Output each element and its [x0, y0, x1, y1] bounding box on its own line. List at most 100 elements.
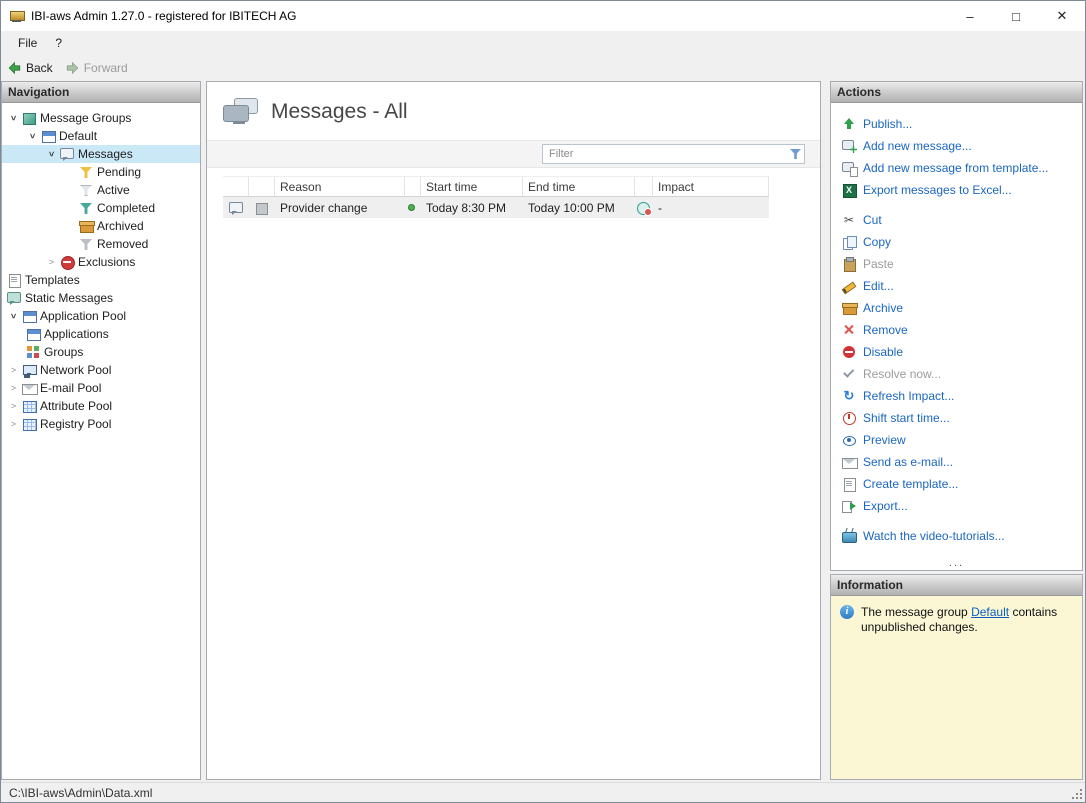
chevron-expanded-icon[interactable]: > — [9, 309, 19, 324]
filter-input[interactable] — [543, 148, 788, 160]
close-button[interactable]: ✕ — [1039, 1, 1085, 31]
table-row[interactable]: Provider change Today 8:30 PM Today 10:0… — [223, 197, 769, 218]
chevron-collapsed-icon[interactable]: > — [6, 401, 21, 411]
table-header-row: Reason Start time End time Impact — [223, 176, 769, 197]
tree-item-static-messages[interactable]: Static Messages — [2, 289, 200, 307]
status-dot-icon — [408, 204, 415, 211]
action-shift-start-time[interactable]: Shift start time... — [841, 407, 1078, 429]
action-send-as-e-mail[interactable]: Send as e-mail... — [841, 451, 1078, 473]
action-paste[interactable]: Paste — [841, 253, 1078, 275]
information-message: The message group Default contains unpub… — [861, 605, 1074, 635]
action-copy[interactable]: Copy — [841, 231, 1078, 253]
maximize-button[interactable]: □ — [993, 1, 1039, 31]
action-archive[interactable]: Archive — [841, 297, 1078, 319]
action-label: Publish... — [863, 117, 912, 131]
resize-grip-icon[interactable] — [1070, 787, 1084, 801]
column-header-impact-icon[interactable] — [635, 177, 653, 196]
chevron-expanded-icon[interactable]: > — [47, 147, 57, 162]
action-label: Watch the video-tutorials... — [863, 529, 1005, 543]
menu-file[interactable]: File — [9, 33, 46, 53]
tree-item-pending[interactable]: Pending — [2, 163, 200, 181]
menu-help[interactable]: ? — [46, 33, 71, 53]
message-groups-icon — [21, 110, 37, 126]
column-header-end-time[interactable]: End time — [523, 177, 635, 196]
column-header-start-time[interactable]: Start time — [421, 177, 523, 196]
right-column: Actions Publish...Add new message...Add … — [830, 81, 1083, 780]
action-cut[interactable]: Cut — [841, 209, 1078, 231]
action-refresh-impact[interactable]: Refresh Impact... — [841, 385, 1078, 407]
tree-item-label: Static Messages — [22, 291, 116, 305]
forward-button[interactable]: Forward — [65, 61, 128, 75]
tree-item-completed[interactable]: Completed — [2, 199, 200, 217]
tree-item-default[interactable]: >Default — [2, 127, 200, 145]
tree-item-active[interactable]: Active — [2, 181, 200, 199]
tree-item-templates[interactable]: Templates — [2, 271, 200, 289]
minimize-button[interactable]: – — [947, 1, 993, 31]
tree-item-label: Registry Pool — [37, 417, 114, 431]
action-label: Shift start time... — [863, 411, 950, 425]
tree-item-label: Templates — [22, 273, 83, 287]
completed-icon — [78, 200, 94, 216]
action-edit[interactable]: Edit... — [841, 275, 1078, 297]
action-export[interactable]: Export... — [841, 495, 1078, 517]
tree-item-application-pool[interactable]: >Application Pool — [2, 307, 200, 325]
action-watch-the-video-tutorials[interactable]: Watch the video-tutorials... — [841, 525, 1078, 547]
tree-item-groups[interactable]: Groups — [2, 343, 200, 361]
column-header-message-icon[interactable] — [223, 177, 249, 196]
tree-item-exclusions[interactable]: >Exclusions — [2, 253, 200, 271]
pending-icon — [78, 164, 94, 180]
cut-icon — [841, 212, 857, 228]
chevron-collapsed-icon[interactable]: > — [6, 383, 21, 393]
chevron-collapsed-icon[interactable]: > — [6, 365, 21, 375]
status-bar: C:\IBI-aws\Admin\Data.xml — [1, 782, 1085, 802]
message-type-icon — [254, 200, 270, 216]
action-export-messages-to-excel[interactable]: Export messages to Excel... — [841, 179, 1078, 201]
tree-item-label: Active — [94, 183, 133, 197]
filter-strip — [207, 140, 820, 168]
tree-item-removed[interactable]: Removed — [2, 235, 200, 253]
default-group-icon — [40, 128, 56, 144]
tree-item-attribute-pool[interactable]: >Attribute Pool — [2, 397, 200, 415]
tree-item-archived[interactable]: Archived — [2, 217, 200, 235]
action-label: Copy — [863, 235, 891, 249]
tree-item-registry-pool[interactable]: > Registry Pool — [2, 415, 200, 433]
action-remove[interactable]: Remove — [841, 319, 1078, 341]
preview-icon — [841, 432, 857, 448]
attribute-pool-icon — [21, 398, 37, 414]
chevron-collapsed-icon[interactable]: > — [44, 257, 59, 267]
column-header-reason[interactable]: Reason — [275, 177, 405, 196]
cell-end-time: Today 10:00 PM — [523, 201, 635, 215]
tree-item-applications[interactable]: Applications — [2, 325, 200, 343]
chevron-expanded-icon[interactable]: > — [28, 129, 38, 144]
tree-item-messages[interactable]: >Messages — [2, 145, 200, 163]
actions-group: Publish... Add new message...Add new mess… — [841, 113, 1078, 201]
action-publish[interactable]: Publish... — [841, 113, 1078, 135]
resolve-icon — [841, 366, 857, 382]
navigation-tree: >Message Groups>Default>MessagesPending A… — [2, 103, 200, 433]
information-default-link[interactable]: Default — [971, 605, 1009, 619]
column-header-status[interactable] — [405, 177, 421, 196]
applications-icon — [25, 326, 41, 342]
action-disable[interactable]: Disable — [841, 341, 1078, 363]
action-add-new-message-from-template[interactable]: Add new message from template... — [841, 157, 1078, 179]
archive-icon — [841, 300, 857, 316]
chevron-expanded-icon[interactable]: > — [9, 111, 19, 126]
actions-overflow[interactable]: ... — [831, 557, 1082, 569]
back-button[interactable]: Back — [7, 61, 53, 75]
information-body: The message group Default contains unpub… — [831, 596, 1082, 779]
action-resolve-now[interactable]: Resolve now... — [841, 363, 1078, 385]
action-create-template[interactable]: Create template... — [841, 473, 1078, 495]
tree-item-message-groups[interactable]: >Message Groups — [2, 109, 200, 127]
column-header-type-icon[interactable] — [249, 177, 275, 196]
content-panel: Messages - All Reason Start time End tim… — [206, 81, 821, 780]
tree-item-network-pool[interactable]: >Network Pool — [2, 361, 200, 379]
add-message-icon — [841, 138, 857, 154]
tree-item-e-mail-pool[interactable]: >E-mail Pool — [2, 379, 200, 397]
chevron-collapsed-icon[interactable]: > — [6, 419, 21, 429]
filter-funnel-icon[interactable] — [788, 146, 804, 162]
forward-arrow-icon — [65, 61, 80, 75]
action-add-new-message[interactable]: Add new message... — [841, 135, 1078, 157]
action-preview[interactable]: Preview — [841, 429, 1078, 451]
action-label: Export... — [863, 499, 908, 513]
column-header-impact[interactable]: Impact — [653, 177, 769, 196]
